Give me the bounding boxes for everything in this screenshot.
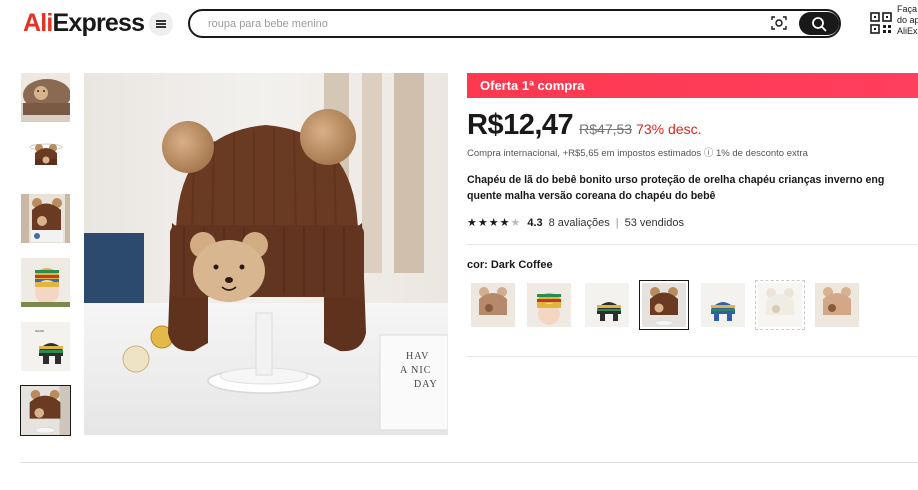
current-price: R$12,47 [467,109,574,141]
menu-icon[interactable] [149,12,173,36]
app-promo-line: do ap [897,15,918,25]
sold-count: 53 vendidos [624,216,684,229]
rating-value: 4.3 [527,216,543,229]
color-swatch[interactable] [582,280,632,330]
svg-text:aaaa: aaaa [35,328,45,333]
qr-code-icon[interactable] [870,12,892,34]
color-swatch-selected[interactable] [639,280,689,330]
color-label: cor: Dark Coffee [467,259,553,271]
search-icon [812,16,827,31]
color-swatch[interactable] [812,280,862,330]
separator: | [615,216,619,229]
thumbnail-image-selected[interactable] [20,385,71,436]
app-promo-line: Faça [897,4,918,14]
thumbnail-image[interactable] [20,257,71,308]
logo-express: Express [52,9,146,37]
top-header: AliExpress Faça do ap AliExp [0,0,918,48]
thumbnail-image[interactable] [20,72,71,123]
card-text: A NIC [400,365,431,376]
color-swatch[interactable] [468,280,518,330]
reviews-link[interactable]: 8 avaliações [549,217,610,229]
discount-label: 73% desc. [636,121,702,137]
app-promo-line: AliExp [897,26,918,36]
product-title-line: quente malha versão coreana do chapéu do… [467,190,716,202]
color-swatch[interactable] [755,280,805,330]
card-text: DAY [414,379,438,390]
main-product-image[interactable]: HAV A NIC DAY [84,73,448,435]
tax-info: Compra internacional, +R$5,65 em imposto… [467,148,808,159]
aliexpress-logo[interactable]: AliExpress [23,9,146,38]
divider [20,462,918,463]
thumbnail-image[interactable] [20,193,71,244]
rating-row: ★★★★★ 4.3 8 avaliações | 53 vendidos [467,216,684,230]
color-swatch[interactable] [698,280,748,330]
camera-search-icon[interactable] [770,14,788,32]
search-button[interactable] [799,12,839,35]
product-title: Chapéu de lã do bebê bonito urso proteçã… [467,172,918,204]
thumbnail-image[interactable]: aaaa [20,321,71,372]
original-price: R$47,53 [579,121,633,137]
divider [467,356,918,357]
app-download-promo[interactable]: Faça do ap AliExp [897,4,918,37]
card-text: HAV [406,351,429,362]
search-input[interactable] [208,15,748,33]
divider [467,244,918,245]
first-purchase-banner: Oferta 1ª compra [467,73,918,98]
price-row: R$12,47 R$47,53 73% desc. [467,109,701,142]
color-swatch[interactable] [524,280,574,330]
thumbnail-image[interactable] [20,136,71,187]
product-title-line: Chapéu de lã do bebê bonito urso proteçã… [467,174,885,186]
search-bar [188,9,841,38]
star-rating-icon: ★★★★★ [467,217,522,229]
logo-ali: Ali [23,9,53,37]
